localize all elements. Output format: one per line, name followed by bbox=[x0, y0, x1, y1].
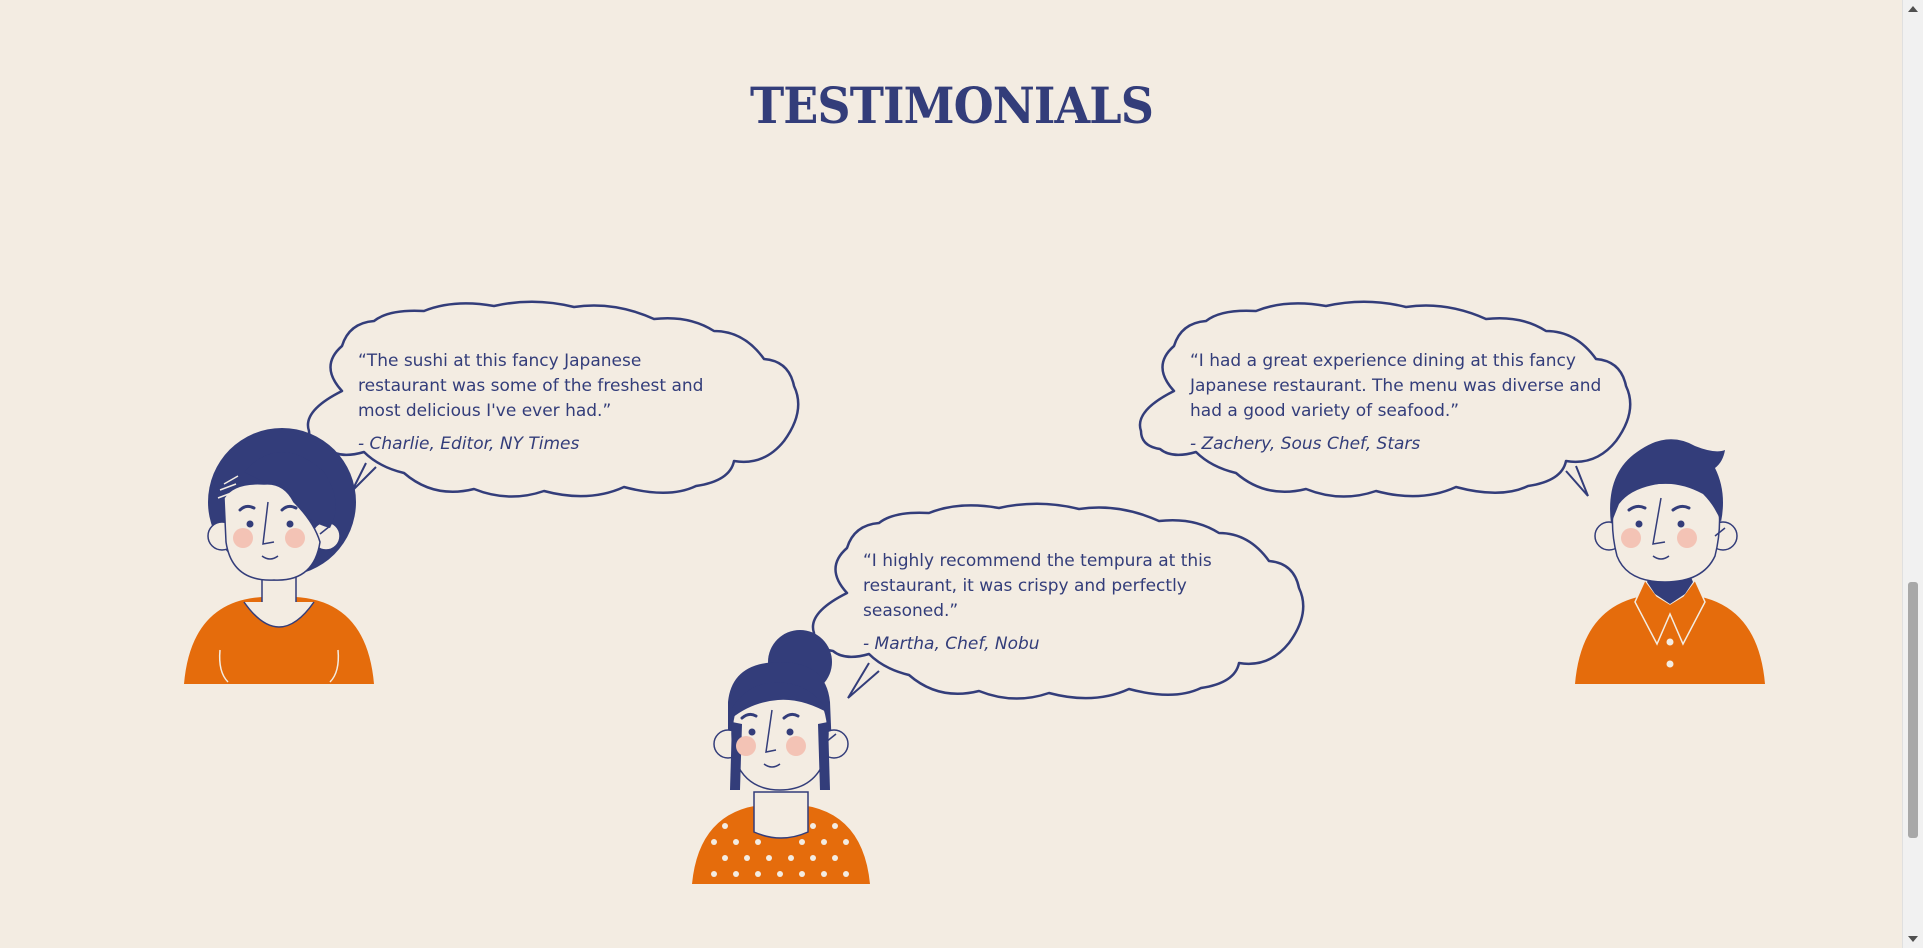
testimonial-bubble-zachery: “I had a great experience dining at this… bbox=[1126, 300, 1638, 503]
testimonial-quote: “I highly recommend the tempura at this … bbox=[863, 551, 1212, 621]
avatar-charlie-illustration bbox=[184, 428, 374, 684]
section-title: TESTIMONIALS bbox=[749, 76, 1154, 135]
testimonial-author: - Martha, Chef, Nobu bbox=[863, 634, 1040, 654]
testimonial-bubble-martha: “I highly recommend the tempura at this … bbox=[799, 502, 1311, 705]
testimonials-section: TESTIMONIALS “The sushi at this fancy Ja… bbox=[0, 0, 1923, 948]
scroll-up-arrow-icon[interactable] bbox=[1908, 6, 1918, 12]
page-scrollbar[interactable] bbox=[1902, 0, 1923, 948]
testimonial-quote: “The sushi at this fancy Japanese restau… bbox=[358, 351, 704, 421]
testimonial-author: - Charlie, Editor, NY Times bbox=[358, 434, 580, 454]
testimonial-quote: “I had a great experience dining at this… bbox=[1190, 351, 1602, 421]
testimonial-author: - Zachery, Sous Chef, Stars bbox=[1190, 434, 1421, 454]
scroll-down-arrow-icon[interactable] bbox=[1908, 936, 1918, 942]
scrollbar-thumb[interactable] bbox=[1908, 582, 1918, 838]
avatar-zachery-illustration bbox=[1575, 439, 1765, 684]
avatar-martha-illustration bbox=[692, 630, 870, 884]
